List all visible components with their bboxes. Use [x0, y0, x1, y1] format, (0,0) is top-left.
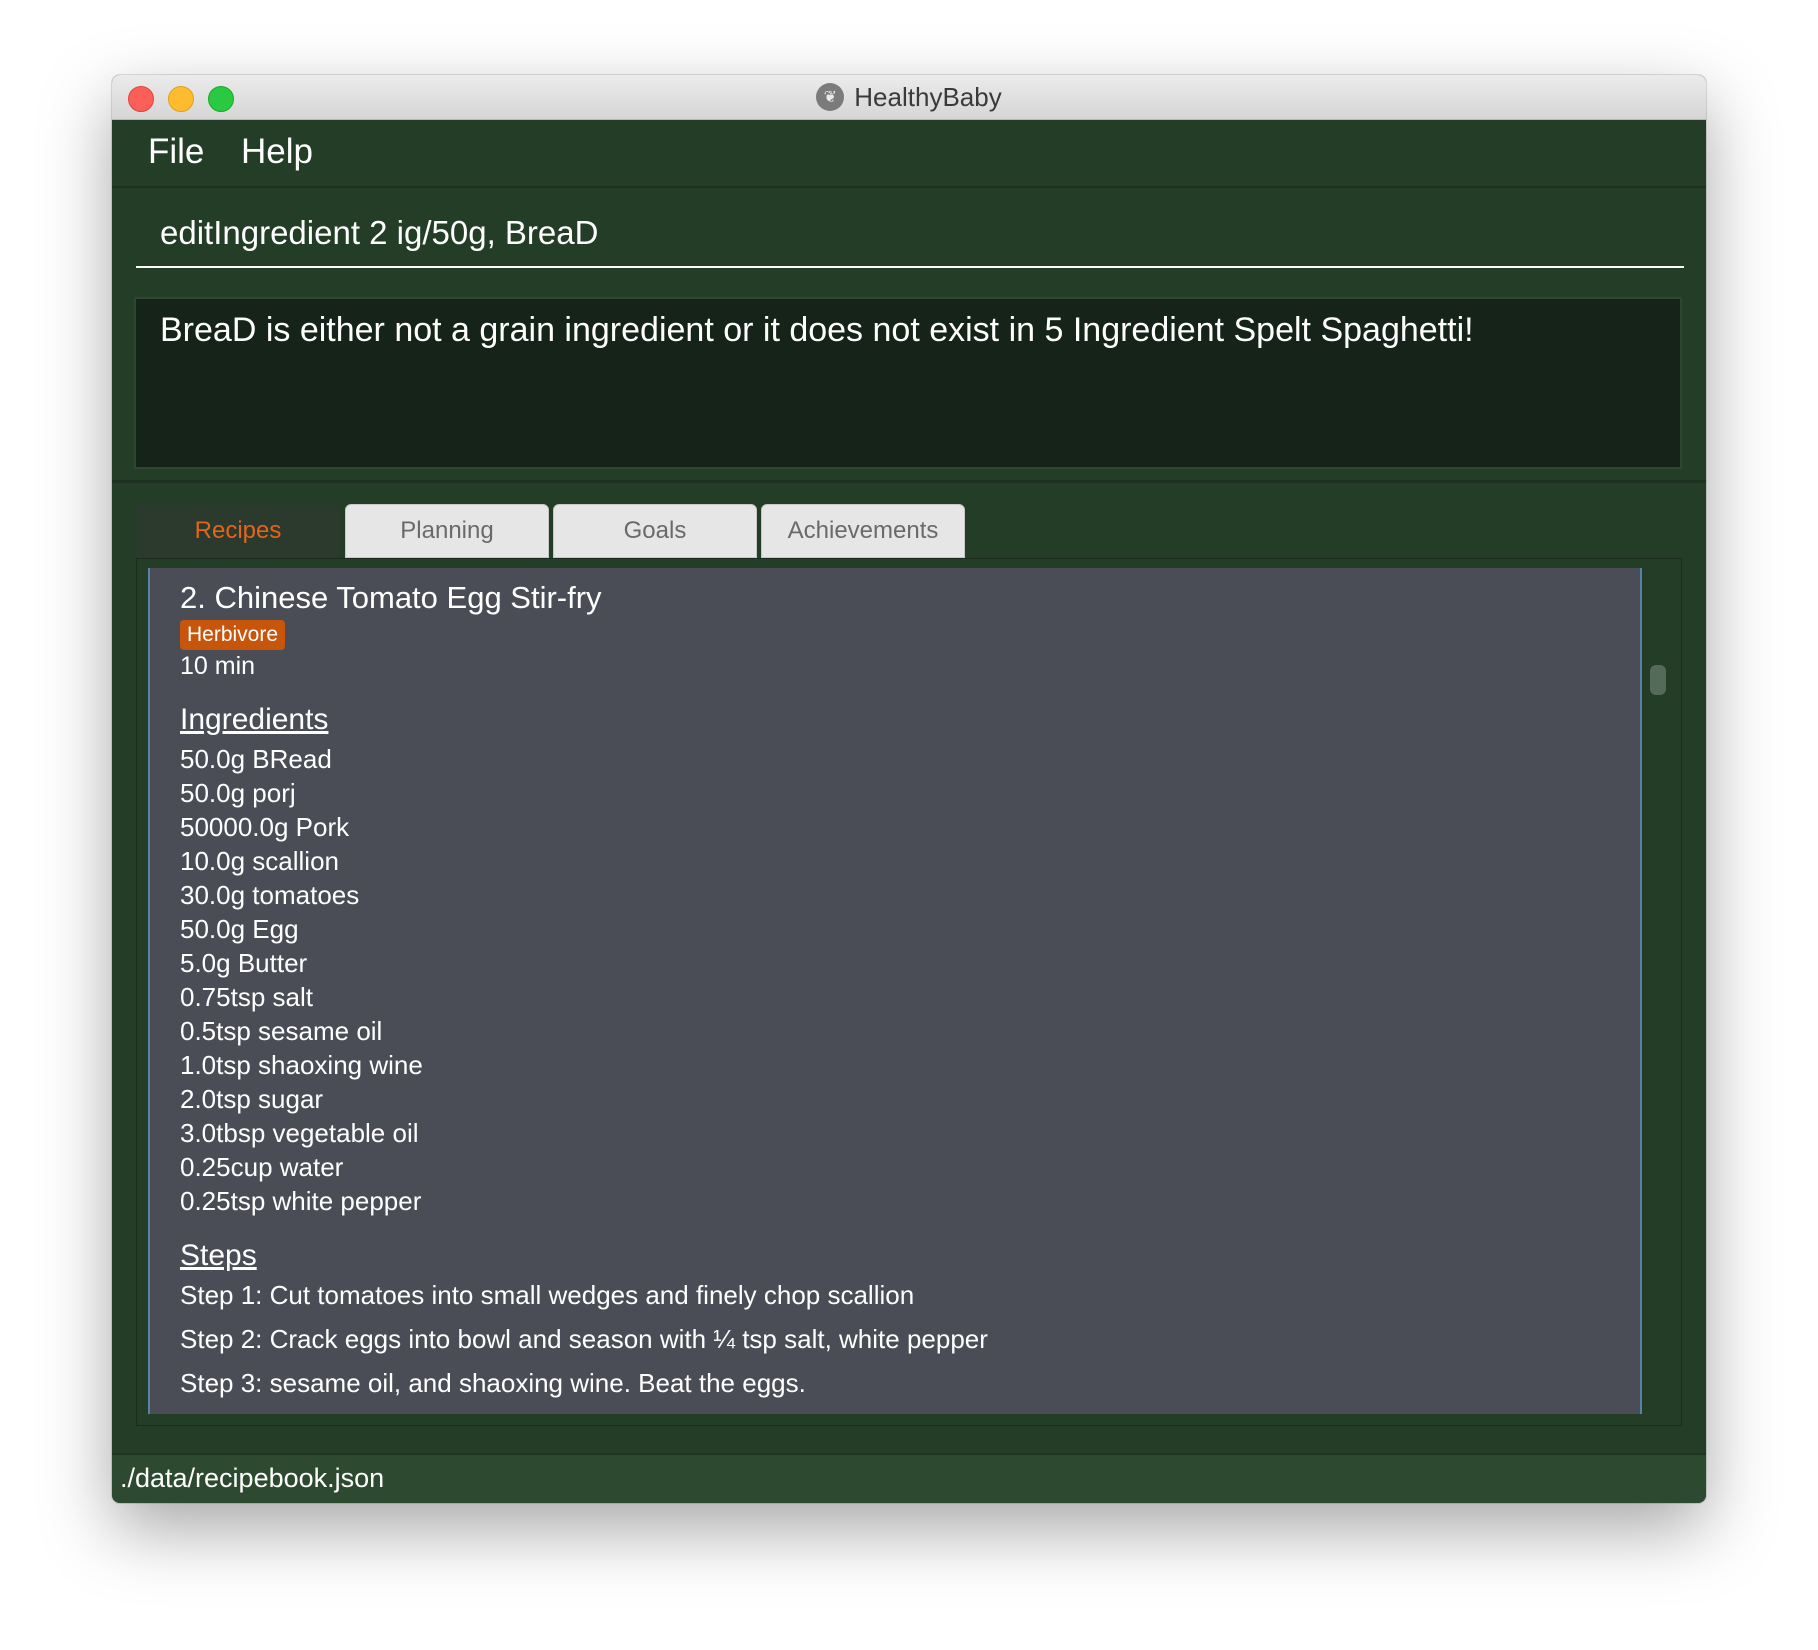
result-display: BreaD is either not a grain ingredient o…	[134, 297, 1682, 469]
ingredient-item: 0.5tsp sesame oil	[180, 1016, 383, 1046]
tab-planning[interactable]: Planning	[345, 504, 549, 558]
ingredient-item: 2.0tsp sugar	[180, 1084, 324, 1114]
ingredient-item: 50.0g Egg	[180, 914, 299, 944]
status-bar: ./data/recipebook.json	[112, 1453, 1706, 1503]
ingredient-item: 1.0tsp shaoxing wine	[180, 1050, 423, 1080]
ingredient-item: 50.0g BRead	[180, 744, 332, 774]
ingredient-item: 3.0tbsp vegetable oil	[180, 1118, 419, 1148]
save-location-path: ./data/recipebook.json	[120, 1463, 385, 1493]
recipe-tag: Herbivore	[180, 620, 286, 650]
step-item: Step 3: sesame oil, and shaoxing wine. B…	[180, 1368, 806, 1398]
menu-help[interactable]: Help	[241, 132, 313, 172]
recipe-detail-panel[interactable]: 2. Chinese Tomato Egg Stir-fry Herbivore…	[148, 568, 1642, 1414]
ingredient-item: 50.0g porj	[180, 778, 296, 808]
result-message: BreaD is either not a grain ingredient o…	[160, 311, 1474, 349]
ingredient-item: 0.75tsp salt	[180, 982, 313, 1012]
recipe-duration: 10 min	[180, 652, 256, 680]
step-item: Step 2: Crack eggs into bowl and season …	[180, 1324, 988, 1354]
app-window: ❦ HealthyBaby File Help BreaD is either …	[112, 75, 1706, 1503]
command-box	[136, 200, 1684, 268]
tab-recipes[interactable]: Recipes	[136, 504, 340, 558]
steps-heading: Steps	[180, 1239, 257, 1272]
menu-bar: File Help	[112, 120, 1706, 188]
title-group: ❦ HealthyBaby	[112, 75, 1706, 119]
command-input[interactable]	[136, 200, 1684, 266]
leaf-icon: ❦	[816, 83, 845, 111]
ingredients-heading: Ingredients	[180, 703, 329, 736]
title-bar[interactable]: ❦ HealthyBaby	[112, 75, 1706, 120]
recipe-title: 2. Chinese Tomato Egg Stir-fry	[180, 580, 602, 615]
ingredient-item: 0.25tsp white pepper	[180, 1186, 422, 1216]
tab-achievements[interactable]: Achievements	[761, 504, 965, 558]
window-title: HealthyBaby	[854, 81, 1002, 112]
menu-file[interactable]: File	[148, 132, 204, 172]
step-item: Step 1: Cut tomatoes into small wedges a…	[180, 1280, 915, 1310]
ingredient-item: 10.0g scallion	[180, 846, 339, 876]
tab-goals[interactable]: Goals	[553, 504, 757, 558]
scrollbar-thumb[interactable]	[1650, 665, 1666, 695]
ingredient-item: 50000.0g Pork	[180, 812, 350, 842]
divider	[112, 480, 1706, 483]
ingredient-item: 5.0g Butter	[180, 948, 308, 978]
ingredient-item: 0.25cup water	[180, 1152, 344, 1182]
ingredient-item: 30.0g tomatoes	[180, 880, 360, 910]
